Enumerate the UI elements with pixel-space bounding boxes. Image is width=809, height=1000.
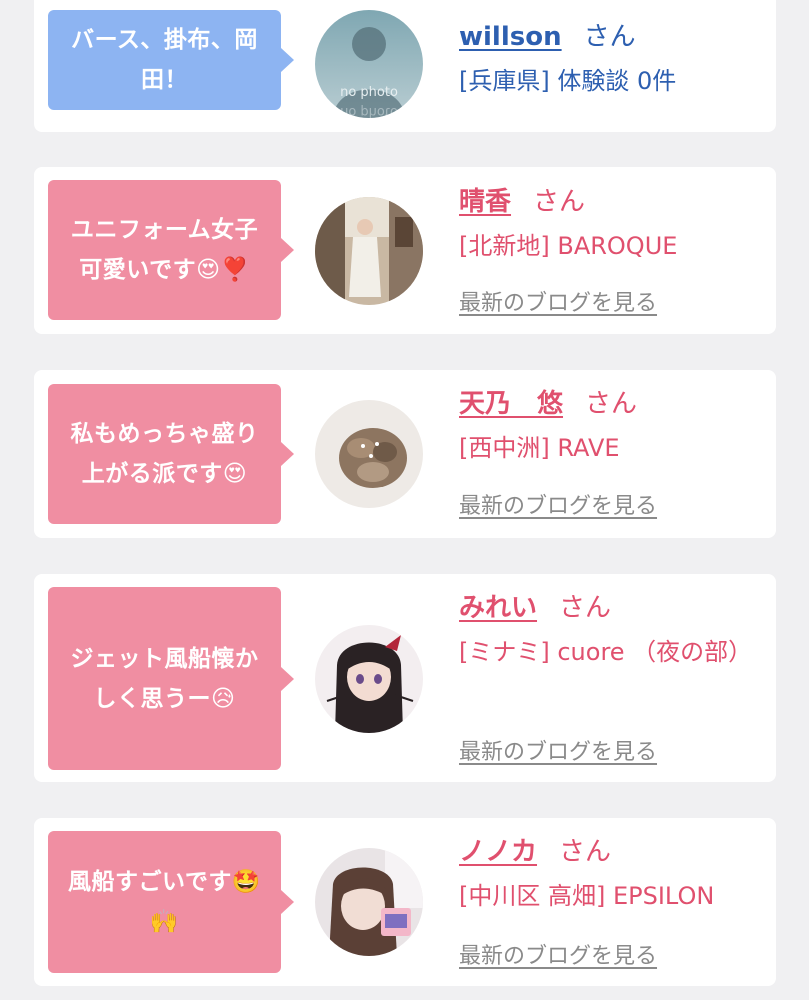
avatar[interactable]: no photo no photo — [315, 10, 423, 118]
honorific: さん — [533, 187, 586, 217]
comment-bubble: ジェット風船懐か しく思うー😥 — [48, 587, 294, 770]
profile-name-link[interactable]: 天乃 悠 — [459, 389, 563, 419]
no-photo-reflection: no photo — [340, 104, 398, 118]
review-card: ユニフォーム女子 可愛いです😍❣️ 晴香 さん [北新地] BAROQUE 最新の… — [34, 167, 776, 334]
profile-detail: [中川区 高畑] EPSILON — [459, 882, 715, 910]
latest-blog-link[interactable]: 最新のブログを見る — [459, 734, 657, 766]
latest-blog-link[interactable]: 最新のブログを見る — [459, 285, 657, 317]
comment-text: ユニフォーム女子 可愛いです😍❣️ — [70, 217, 259, 283]
comment-bubble: 風船すごいです🤩 🙌 — [48, 831, 294, 973]
profile-info: ノノカ さん [中川区 高畑] EPSILON — [459, 835, 766, 917]
profile-name-link[interactable]: 晴香 — [459, 187, 511, 217]
profile-name-link[interactable]: ノノカ — [459, 837, 537, 867]
latest-blog-link[interactable]: 最新のブログを見る — [459, 488, 657, 520]
avatar[interactable] — [315, 197, 423, 305]
honorific: さん — [559, 837, 612, 867]
no-photo-text: no photo — [340, 85, 398, 100]
comment-text: バース、掛布、岡 田！ — [71, 27, 258, 93]
comment-text: 風船すごいです🤩 🙌 — [68, 869, 261, 935]
profile-info: 晴香 さん [北新地] BAROQUE — [459, 185, 766, 267]
honorific: さん — [585, 389, 638, 419]
honorific: さん — [583, 22, 636, 52]
profile-detail: [北新地] BAROQUE — [459, 232, 678, 260]
profile-detail: [西中洲] RAVE — [459, 434, 620, 462]
profile-detail: [兵庫県] 体験談 0件 — [459, 67, 677, 95]
profile-info: willson さん [兵庫県] 体験談 0件 — [459, 20, 766, 102]
comment-text: 私もめっちゃ盛り 上がる派です😍 — [70, 421, 259, 487]
comment-text: ジェット風船懐か しく思うー😥 — [70, 645, 259, 712]
profile-info: 天乃 悠さん [西中洲] RAVE — [459, 387, 766, 469]
review-card: ジェット風船懐か しく思うー😥 みれい さん [ミナミ] cuore （夜の部） … — [34, 574, 776, 782]
comment-bubble: バース、掛布、岡 田！ — [48, 10, 294, 110]
profile-info: みれい さん [ミナミ] cuore （夜の部） — [459, 591, 766, 673]
avatar[interactable] — [315, 625, 423, 733]
avatar[interactable] — [315, 848, 423, 956]
profile-name-link[interactable]: みれい — [459, 593, 537, 623]
latest-blog-link[interactable]: 最新のブログを見る — [459, 938, 657, 970]
comment-bubble: 私もめっちゃ盛り 上がる派です😍 — [48, 384, 294, 524]
review-card: 私もめっちゃ盛り 上がる派です😍 天乃 悠さん [西中洲] RAVE 最新のブロ… — [34, 370, 776, 538]
profile-name-link[interactable]: willson — [459, 22, 562, 52]
review-card: 風船すごいです🤩 🙌 ノノカ さん [中川区 高畑] EPSILON 最新のブログ… — [34, 818, 776, 986]
comment-bubble: ユニフォーム女子 可愛いです😍❣️ — [48, 180, 294, 320]
avatar[interactable] — [315, 400, 423, 508]
review-card: バース、掛布、岡 田！ no photo no photo willson さん … — [34, 0, 776, 132]
profile-detail: [ミナミ] cuore （夜の部） — [459, 638, 753, 666]
honorific: さん — [559, 593, 612, 623]
